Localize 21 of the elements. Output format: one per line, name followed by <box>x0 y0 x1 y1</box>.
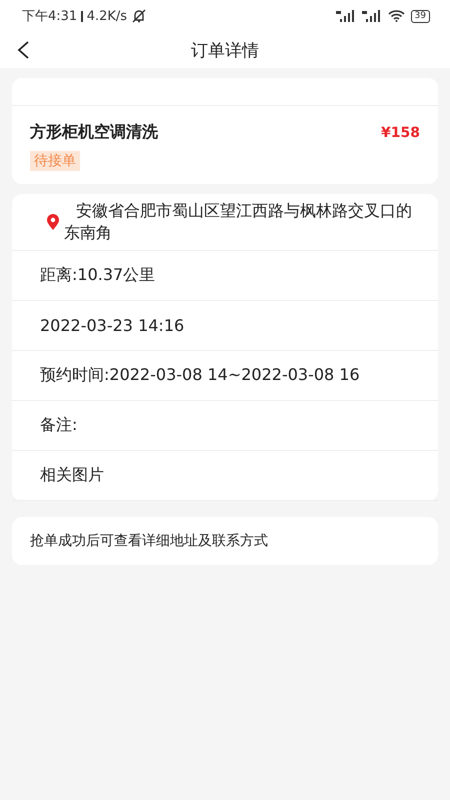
detail-text: 相关图片 <box>40 465 104 486</box>
battery-level: 39 <box>410 10 430 22</box>
service-title: 方形柜机空调清洗 <box>30 122 158 143</box>
location-pin-icon <box>46 214 60 231</box>
wifi-icon <box>388 10 405 22</box>
detail-text: 2022-03-23 14:16 <box>40 316 184 335</box>
back-icon[interactable] <box>16 40 30 60</box>
detail-text: 预约时间:2022-03-08 14~2022-03-08 16 <box>40 365 360 386</box>
page-title: 订单详情 <box>191 40 259 62</box>
detail-text: 备注: <box>40 415 78 436</box>
status-tag: 待接单 <box>30 151 80 171</box>
notice-text: 抢单成功后可查看详细地址及联系方式 <box>30 532 268 550</box>
network-speed: 4.2K/s <box>86 8 128 24</box>
address-text: 安徽省合肥市蜀山区望江西路与枫林路交叉口的东南角 <box>64 200 413 244</box>
signal-icon <box>362 10 382 22</box>
signal-icon <box>336 10 356 22</box>
detail-text: 距离:10.37公里 <box>40 265 156 286</box>
price: ¥158 <box>381 124 420 140</box>
separator-bar <box>81 10 83 22</box>
mute-icon <box>131 9 148 23</box>
clock: 下午4:31 <box>22 8 78 25</box>
